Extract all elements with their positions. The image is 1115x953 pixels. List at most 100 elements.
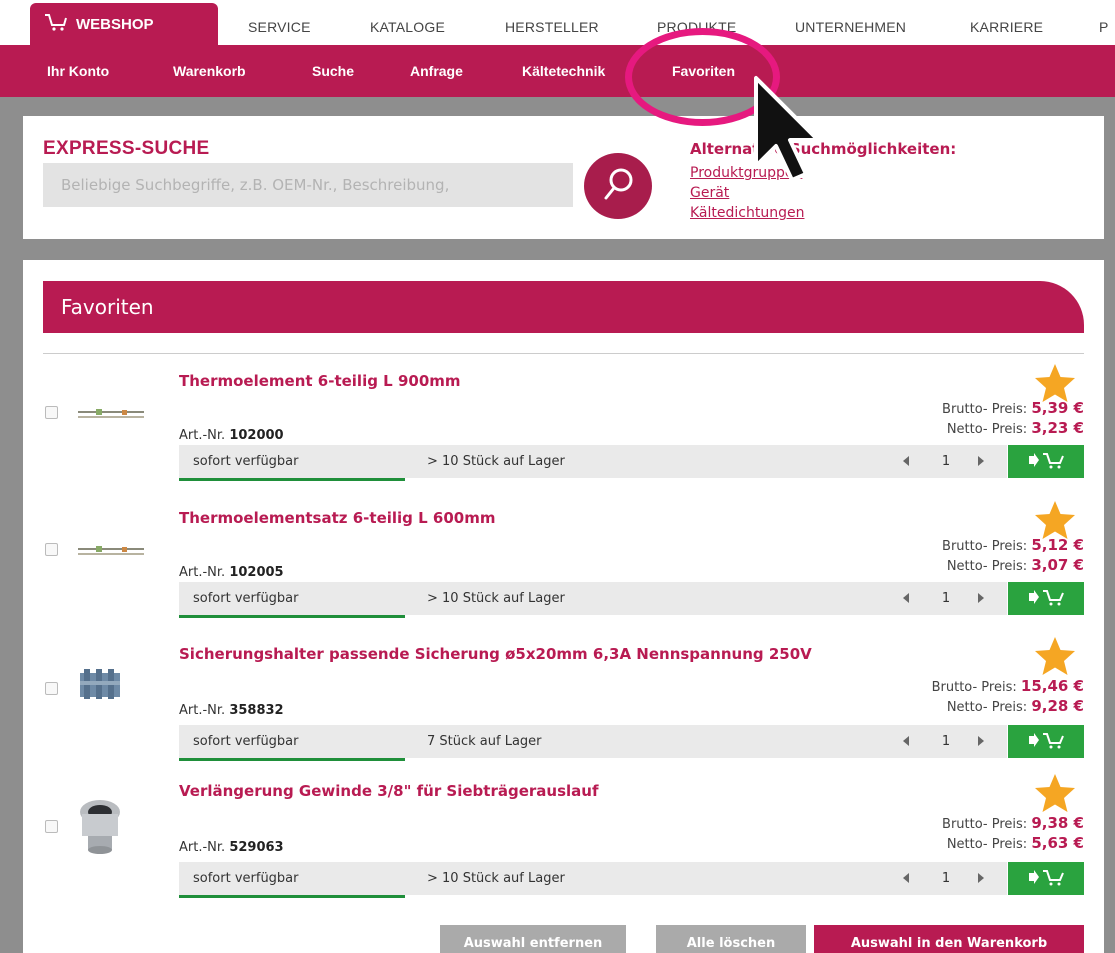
nav-karriere[interactable]: KARRIERE <box>970 19 1043 35</box>
article-number: Art.-Nr. 102005 <box>179 565 284 580</box>
availability-indicator <box>179 895 405 898</box>
article-label: Art.-Nr. <box>179 428 226 443</box>
search-button[interactable] <box>584 153 652 219</box>
qty-decrease-icon[interactable] <box>903 593 909 603</box>
link-kaeltedichtungen[interactable]: Kältedichtungen <box>690 205 804 221</box>
product-title[interactable]: Verlängerung Gewinde 3/8" für Siebträger… <box>179 782 599 800</box>
item-checkbox[interactable] <box>45 682 58 695</box>
favorite-item: Thermoelementsatz 6-teilig L 600mm Brutt… <box>23 501 1104 645</box>
delete-all-button[interactable]: Alle löschen <box>656 925 806 953</box>
availability-text: sofort verfügbar <box>193 734 299 749</box>
article-label: Art.-Nr. <box>179 703 226 718</box>
item-checkbox[interactable] <box>45 820 58 833</box>
nav-kataloge[interactable]: KATALOGE <box>370 19 445 35</box>
express-search-panel: EXPRESS-SUCHE Alternative Suchmöglichkei… <box>23 116 1104 239</box>
add-to-cart-button[interactable] <box>1008 862 1084 895</box>
qty-increase-icon[interactable] <box>978 736 984 746</box>
quantity-value[interactable]: 1 <box>931 871 961 886</box>
subnav-ihr-konto[interactable]: Ihr Konto <box>47 63 109 79</box>
link-geraet[interactable]: Gerät <box>690 185 729 201</box>
article-label: Art.-Nr. <box>179 840 226 855</box>
subnav-suche[interactable]: Suche <box>312 63 354 79</box>
netto-price-row: Netto- Preis: 3,07 € <box>947 556 1084 574</box>
qty-increase-icon[interactable] <box>978 593 984 603</box>
favorite-star-icon[interactable] <box>1033 635 1077 681</box>
favorite-item: Thermoelement 6-teilig L 900mm Brutto- P… <box>23 364 1104 508</box>
netto-label: Netto- Preis: <box>946 559 1028 574</box>
remove-selection-button[interactable]: Auswahl entfernen <box>440 925 626 953</box>
article-number: Art.-Nr. 358832 <box>179 703 284 718</box>
item-checkbox[interactable] <box>45 406 58 419</box>
quantity-value[interactable]: 1 <box>931 591 961 606</box>
nav-hersteller[interactable]: HERSTELLER <box>505 19 599 35</box>
divider <box>43 353 1084 354</box>
stock-text: > 10 Stück auf Lager <box>427 871 565 886</box>
brutto-label: Brutto- Preis: <box>942 817 1028 832</box>
brutto-price-row: Brutto- Preis: 15,46 € <box>932 677 1084 695</box>
netto-label: Netto- Preis: <box>946 422 1028 437</box>
cursor-arrow-icon <box>748 74 832 188</box>
stock-bar: sofort verfügbar > 10 Stück auf Lager 1 <box>179 862 1007 898</box>
nav-service[interactable]: SERVICE <box>248 19 311 35</box>
favorites-panel: Favoriten Thermoelement 6-teilig L 900mm… <box>23 260 1104 953</box>
brutto-price-row: Brutto- Preis: 5,39 € <box>942 399 1084 417</box>
brutto-label: Brutto- Preis: <box>931 680 1017 695</box>
tab-webshop-label: WEBSHOP <box>76 15 154 33</box>
add-to-cart-button[interactable] <box>1008 725 1084 758</box>
nav-truncated[interactable]: P <box>1099 19 1109 35</box>
search-input[interactable] <box>43 163 573 207</box>
add-to-cart-button[interactable] <box>1008 445 1084 478</box>
qty-increase-icon[interactable] <box>978 873 984 883</box>
quantity-value[interactable]: 1 <box>931 734 961 749</box>
top-navigation: WEBSHOP SERVICE KATALOGE HERSTELLER PROD… <box>0 0 1115 45</box>
subnav-anfrage[interactable]: Anfrage <box>410 63 463 79</box>
availability-indicator <box>179 615 405 618</box>
qty-decrease-icon[interactable] <box>903 873 909 883</box>
favorites-title: Favoriten <box>61 295 154 319</box>
tab-webshop[interactable]: WEBSHOP <box>30 3 218 45</box>
stock-text: 7 Stück auf Lager <box>427 734 542 749</box>
article-value: 358832 <box>229 703 284 718</box>
selection-to-cart-button[interactable]: Auswahl in den Warenkorb <box>814 925 1084 953</box>
product-image <box>76 667 124 707</box>
availability-text: sofort verfügbar <box>193 591 299 606</box>
favorite-star-icon[interactable] <box>1033 772 1077 818</box>
availability-indicator <box>179 758 405 761</box>
brutto-price: 9,38 € <box>1031 814 1084 832</box>
qty-decrease-icon[interactable] <box>903 736 909 746</box>
stock-bar: sofort verfügbar 7 Stück auf Lager 1 <box>179 725 1007 761</box>
netto-price-row: Netto- Preis: 5,63 € <box>947 834 1084 852</box>
brutto-price: 5,12 € <box>1031 536 1084 554</box>
stock-text: > 10 Stück auf Lager <box>427 591 565 606</box>
add-to-cart-icon <box>1026 729 1066 755</box>
quantity-value[interactable]: 1 <box>931 454 961 469</box>
item-checkbox[interactable] <box>45 543 58 556</box>
favorite-item: Verlängerung Gewinde 3/8" für Siebträger… <box>23 774 1104 918</box>
article-value: 102000 <box>229 428 284 443</box>
brutto-price-row: Brutto- Preis: 5,12 € <box>942 536 1084 554</box>
subnav-warenkorb[interactable]: Warenkorb <box>173 63 246 79</box>
search-icon <box>598 164 638 208</box>
availability-indicator <box>179 478 405 481</box>
brutto-price-row: Brutto- Preis: 9,38 € <box>942 814 1084 832</box>
brutto-label: Brutto- Preis: <box>942 402 1028 417</box>
qty-increase-icon[interactable] <box>978 456 984 466</box>
product-title[interactable]: Thermoelementsatz 6-teilig L 600mm <box>179 509 495 527</box>
netto-label: Netto- Preis: <box>946 837 1028 852</box>
subnav-kaeltetechnik[interactable]: Kältetechnik <box>522 63 605 79</box>
product-image <box>76 406 146 425</box>
netto-price: 9,28 € <box>1031 697 1084 715</box>
netto-price-row: Netto- Preis: 9,28 € <box>947 697 1084 715</box>
nav-unternehmen[interactable]: UNTERNEHMEN <box>795 19 906 35</box>
netto-label: Netto- Preis: <box>946 700 1028 715</box>
netto-price: 3,23 € <box>1031 419 1084 437</box>
product-title[interactable]: Thermoelement 6-teilig L 900mm <box>179 372 461 390</box>
product-title[interactable]: Sicherungshalter passende Sicherung ø5x2… <box>179 645 812 663</box>
add-to-cart-icon <box>1026 586 1066 612</box>
favorite-item: Sicherungshalter passende Sicherung ø5x2… <box>23 637 1104 781</box>
add-to-cart-button[interactable] <box>1008 582 1084 615</box>
availability-text: sofort verfügbar <box>193 454 299 469</box>
qty-decrease-icon[interactable] <box>903 456 909 466</box>
brutto-label: Brutto- Preis: <box>942 539 1028 554</box>
cart-icon <box>44 13 68 35</box>
